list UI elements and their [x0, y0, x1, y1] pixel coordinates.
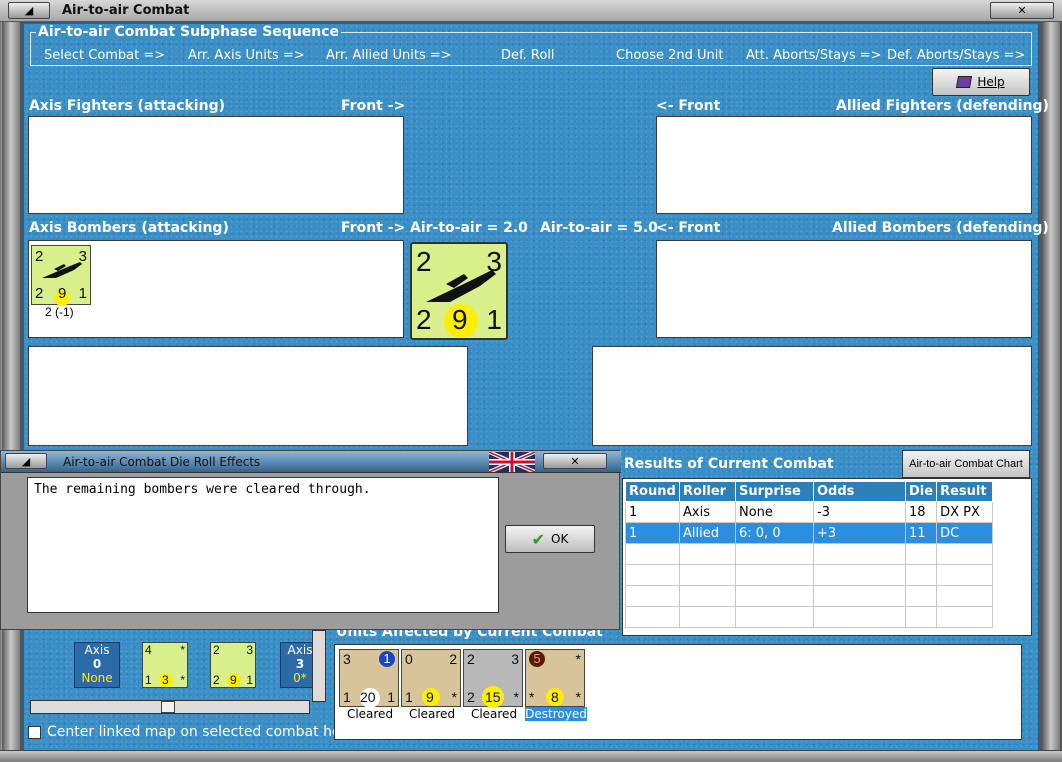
axis-info-box	[28, 346, 468, 446]
col-die[interactable]: Die	[904, 481, 938, 502]
help-label: Help	[977, 75, 1005, 89]
affected-unit-2[interactable]: 0 2 1 9 *	[401, 649, 461, 707]
affected-unit-1-status: Cleared	[346, 707, 394, 721]
air-to-air-axis-value: Air-to-air = 2.0	[410, 220, 528, 236]
affected-unit-1[interactable]: 3 1 1 20 1	[339, 649, 399, 708]
allied-info-box	[592, 346, 1032, 446]
help-book-icon	[956, 76, 973, 88]
affected-unit-3-status: Cleared	[470, 707, 518, 721]
seq-step-att-aborts: Att. Aborts/Stays =>	[746, 48, 882, 63]
axis-bombers-label: Axis Bombers (attacking)	[29, 220, 229, 236]
col-round[interactable]: Round	[625, 481, 680, 502]
allied-fighters-box[interactable]	[656, 116, 1032, 214]
checkmark-icon: ✔	[531, 529, 546, 549]
col-surprise[interactable]: Surprise	[735, 481, 814, 502]
results-title: Results of Current Combat	[624, 456, 834, 472]
table-row[interactable]: 1 Axis None -3 18 DX PX	[625, 501, 994, 523]
mini-unit-1[interactable]: 4 * 1 3 *	[142, 642, 188, 688]
axis-bombers-front: Front ->	[341, 220, 406, 236]
ok-label: OK	[551, 532, 569, 546]
ok-button[interactable]: ✔ OK	[505, 525, 595, 553]
col-result[interactable]: Result	[936, 481, 994, 502]
seq-step-def-roll: Def. Roll	[501, 48, 555, 63]
mini-unit-2[interactable]: 2 3 2 9 1	[210, 642, 256, 688]
seq-step-select-combat: Select Combat =>	[44, 48, 166, 63]
col-odds[interactable]: Odds	[813, 481, 906, 502]
seq-step-arr-allied: Arr. Allied Units =>	[326, 48, 452, 63]
allied-bombers-label: Allied Bombers (defending)	[832, 220, 1049, 236]
table-row-empty	[625, 543, 994, 565]
affected-unit-3[interactable]: 2 3 2 15 *	[463, 649, 523, 708]
right-frame-pipe	[1042, 22, 1060, 752]
axis-bomber-counter[interactable]: 2 3 2 9 1	[31, 245, 91, 306]
die-roll-message-field[interactable]: The remaining bombers were cleared throu…	[27, 477, 499, 613]
results-table: Round Roller Surprise Odds Die Result 1 …	[625, 481, 994, 628]
affected-unit-2-status: Cleared	[408, 707, 456, 721]
table-row-empty	[625, 564, 994, 586]
center-map-checkbox[interactable]	[28, 725, 41, 739]
affected-unit-4-status: Destroyed	[525, 707, 587, 721]
table-row-empty	[625, 606, 994, 628]
scroll-thumb[interactable]	[161, 701, 175, 713]
window-menu-button[interactable]: ◢	[8, 2, 50, 19]
table-row-empty	[625, 585, 994, 607]
air-to-air-allied-value: Air-to-air = 5.0	[540, 220, 658, 236]
die-roll-effects-dialog: ◢ Air-to-air Combat Die Roll Effects ✕ T…	[0, 450, 621, 630]
seq-step-def-aborts: Def. Aborts/Stays =>	[887, 48, 1026, 63]
center-map-label: Center linked map on selected combat hex	[47, 724, 349, 740]
close-button[interactable]: ✕	[990, 2, 1054, 19]
help-button[interactable]: Help	[932, 68, 1030, 96]
air-combat-chart-button[interactable]: Air-to-air Combat Chart	[902, 450, 1030, 478]
seq-step-choose-2nd: Choose 2nd Unit	[616, 48, 724, 63]
plane-icon	[42, 262, 82, 278]
axis-fighters-front: Front ->	[341, 98, 406, 114]
axis-fighters-label: Axis Fighters (attacking)	[29, 98, 225, 114]
sequence-title: Air-to-air Combat Subphase Sequence	[36, 24, 342, 40]
dialog-title: Air-to-air Combat Die Roll Effects	[63, 455, 261, 469]
table-row-selected[interactable]: 1 Allied 6: 0, 0 +3 11 DC	[625, 522, 994, 544]
center-map-checkbox-row[interactable]: Center linked map on selected combat hex	[28, 724, 349, 740]
axis-bombers-box[interactable]: 2 3 2 9 1 2 (-1)	[28, 240, 404, 338]
bottom-frame	[0, 750, 1062, 762]
allied-bombers-front: <- Front	[656, 220, 721, 236]
col-roller[interactable]: Roller	[679, 481, 736, 502]
left-frame-pipe	[2, 22, 20, 752]
seq-step-arr-axis: Arr. Axis Units =>	[188, 48, 305, 63]
results-table-container: Round Roller Surprise Odds Die Result 1 …	[622, 478, 1032, 636]
allied-bombers-box[interactable]	[656, 240, 1032, 338]
allied-fighters-label: Allied Fighters (defending)	[836, 98, 1049, 114]
units-affected-box: 3 1 1 20 1 Cleared 0 2 1 9 * Cleared 2 3…	[334, 644, 1022, 740]
horizontal-scrollbar[interactable]	[30, 700, 310, 714]
affected-unit-4[interactable]: 5 * * 8 *	[525, 649, 585, 707]
selected-unit-counter[interactable]: 2 3 2 9 1	[410, 242, 508, 340]
axis-left-badge[interactable]: Axis 0 None	[74, 642, 120, 688]
axis-fighters-box[interactable]	[28, 116, 404, 214]
dialog-close-button[interactable]: ✕	[543, 453, 607, 469]
vertical-scrollbar[interactable]	[312, 630, 326, 702]
dialog-menu-button[interactable]: ◢	[5, 453, 47, 469]
window-title: Air-to-air Combat	[62, 3, 190, 18]
dialog-title-bar[interactable]: ◢ Air-to-air Combat Die Roll Effects ✕	[1, 451, 621, 473]
title-bar: ◢ Air-to-air Combat ✕	[0, 0, 1062, 22]
plane-icon	[426, 270, 496, 302]
uk-flag-icon	[489, 452, 535, 472]
axis-bomber-caption: 2 (-1)	[45, 305, 74, 319]
allied-fighters-front: <- Front	[656, 98, 721, 114]
